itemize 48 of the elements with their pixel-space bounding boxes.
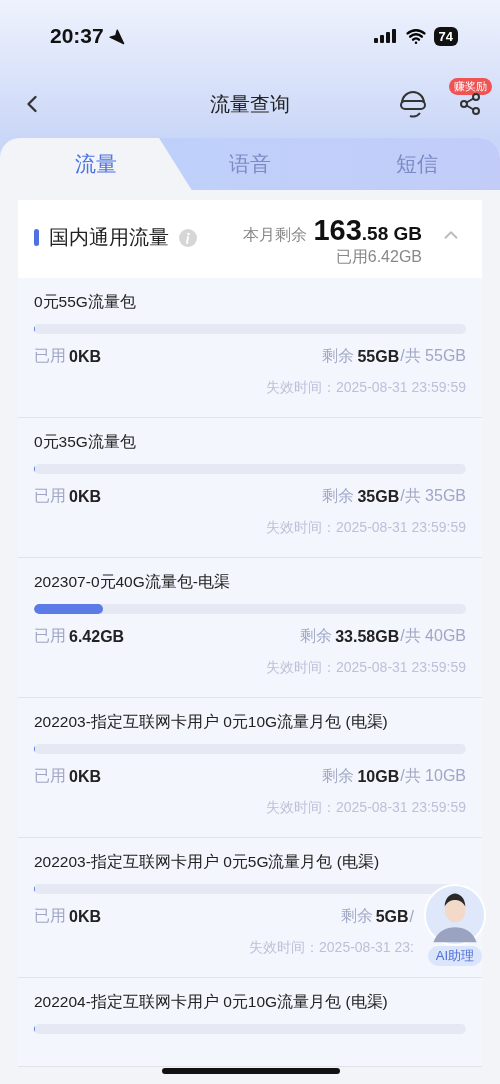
- remaining-value: 5GB: [375, 907, 409, 926]
- package-name: 0元55G流量包: [34, 292, 137, 312]
- remaining-label: 剩余: [340, 906, 373, 926]
- tab[interactable]: 短信: [333, 138, 500, 190]
- package-name: 202203-指定互联网卡用户 0元5G流量月包 (电渠): [34, 852, 381, 872]
- used-value: 0KB: [69, 907, 101, 926]
- signal-icon: [373, 28, 398, 44]
- wifi-icon: [405, 26, 426, 46]
- used-label: 已用: [34, 626, 66, 646]
- package-name: 202203-指定互联网卡用户 0元10G流量月包 (电渠): [34, 712, 389, 732]
- total-value: /: [409, 907, 414, 926]
- total-value: /共 35GB: [400, 486, 466, 506]
- package-name: 202204-指定互联网卡用户 0元10G流量月包 (电渠): [34, 992, 389, 1012]
- remaining-value: 55GB: [357, 347, 400, 366]
- remaining-decimal: .58 GB: [361, 223, 422, 245]
- remaining-value: 163: [313, 214, 362, 247]
- package-name: 202307-0元40G流量包-电渠: [34, 572, 231, 592]
- used-value: 0KB: [69, 487, 101, 506]
- location-icon: [107, 27, 125, 45]
- page-title: 流量查询: [210, 91, 290, 117]
- used-value: 0KB: [69, 767, 101, 786]
- used-total: 已用6.42GB: [335, 247, 422, 267]
- section-marker: [34, 229, 39, 246]
- used-label: 已用: [34, 346, 66, 366]
- battery-icon: 74: [433, 26, 458, 46]
- section-title: 国内通用流量: [49, 225, 169, 250]
- total-value: /共 40GB: [400, 626, 466, 646]
- used-value: 0KB: [69, 347, 101, 366]
- package-name: 0元35G流量包: [34, 432, 137, 452]
- assistant-avatar[interactable]: [424, 884, 486, 946]
- reward-badge: 赚奖励: [449, 78, 492, 95]
- remaining-label: 本月剩余: [243, 225, 308, 245]
- assistant-label[interactable]: AI助理: [427, 946, 483, 966]
- status-time: 20:37: [50, 24, 104, 48]
- tab[interactable]: 流量: [0, 138, 192, 190]
- remaining-value: 33.58GB: [335, 627, 400, 646]
- total-value: /共 10GB: [400, 766, 466, 786]
- used-label: 已用: [34, 906, 66, 926]
- used-label: 已用: [34, 486, 66, 506]
- total-value: /共 55GB: [400, 346, 466, 366]
- remaining-label: 剩余: [322, 486, 355, 506]
- remaining-value: 10GB: [357, 767, 400, 786]
- used-value: 6.42GB: [69, 627, 125, 646]
- remaining-label: 剩余: [322, 346, 355, 366]
- remaining-label: 剩余: [300, 626, 333, 646]
- remaining-label: 剩余: [322, 766, 355, 786]
- remaining-value: 35GB: [357, 487, 400, 506]
- used-label: 已用: [34, 766, 66, 786]
